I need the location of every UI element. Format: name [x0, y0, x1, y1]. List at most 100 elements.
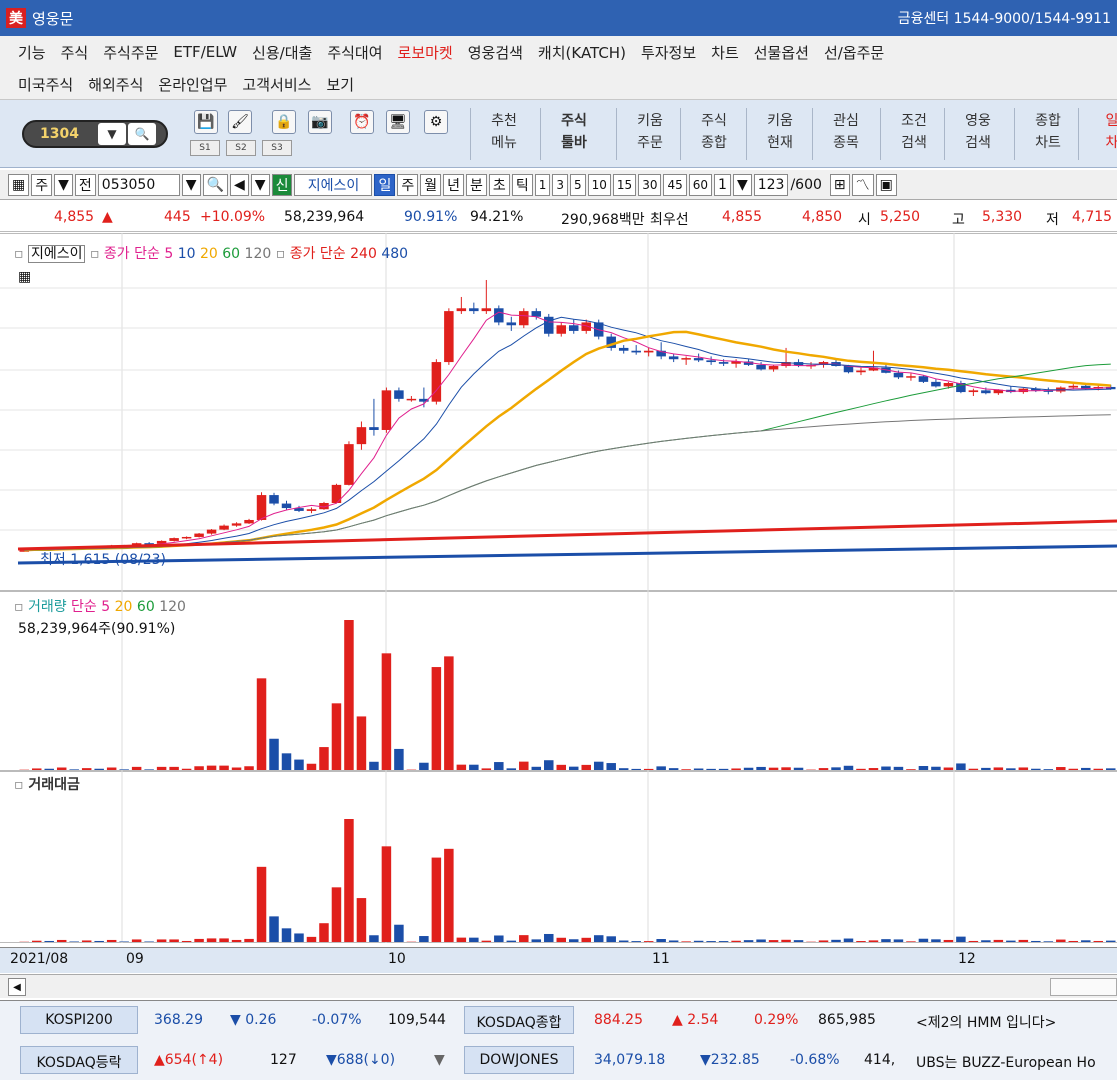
- toolbar-button[interactable]: 일차: [1086, 106, 1117, 162]
- menu-item[interactable]: 주식주문: [103, 42, 158, 63]
- chevron-down-icon[interactable]: ▼: [98, 123, 126, 145]
- interval-button[interactable]: 45: [663, 173, 687, 196]
- menu-item[interactable]: 기능: [18, 42, 46, 63]
- slot-s3[interactable]: S3: [262, 140, 292, 156]
- code-dropdown-icon[interactable]: ▼: [181, 173, 201, 196]
- prev-button[interactable]: 전: [74, 173, 96, 196]
- slot-s1[interactable]: S1: [190, 140, 220, 156]
- menu-item[interactable]: 주식: [61, 42, 89, 63]
- toolbar-button[interactable]: 주식 툴바: [548, 106, 600, 162]
- news-ticker-2[interactable]: UBS는 BUZZ-European Ho: [916, 1052, 1096, 1072]
- period-button[interactable]: 분: [466, 173, 487, 196]
- period-button[interactable]: 초: [488, 173, 510, 196]
- menu-item[interactable]: 고객서비스: [242, 74, 311, 95]
- toolbar-button[interactable]: 추천 메뉴: [478, 106, 530, 162]
- chart-layout-icon[interactable]: ▦: [8, 173, 30, 196]
- candle-body: [556, 325, 567, 334]
- ma120-label: 120: [244, 246, 272, 262]
- period-button[interactable]: 월: [420, 173, 442, 196]
- dow-label[interactable]: DOWJONES: [464, 1046, 574, 1074]
- bid-price: 4,850: [802, 209, 843, 225]
- clock-icon[interactable]: ⏰: [350, 110, 374, 134]
- menu-item[interactable]: 차트: [711, 42, 739, 63]
- menu-item[interactable]: 선/옵주문: [824, 42, 884, 63]
- toolbar-button[interactable]: 영웅 검색: [952, 106, 1004, 162]
- menu-item[interactable]: 해외주식: [88, 74, 143, 95]
- open-price: 5,250: [880, 209, 921, 225]
- toolbar-button[interactable]: 종합 차트: [1022, 106, 1074, 162]
- volume-bar: [181, 768, 192, 770]
- scroll-left-icon[interactable]: ◀: [8, 978, 26, 996]
- menu-item[interactable]: 선물옵션: [754, 42, 809, 63]
- menu-item[interactable]: 신용/대출: [252, 42, 312, 63]
- interval-button[interactable]: 10: [587, 173, 611, 196]
- volume-bar: [169, 766, 179, 770]
- count-input[interactable]: 1: [714, 173, 731, 196]
- draw-tool-icon[interactable]: 〽: [851, 173, 874, 196]
- save-chart-icon[interactable]: ▣: [875, 173, 897, 196]
- speaker-icon[interactable]: ◀: [230, 173, 249, 196]
- menu-item[interactable]: 로보마켓: [398, 42, 453, 63]
- scroll-thumb[interactable]: [1050, 978, 1117, 996]
- interval-button[interactable]: 15: [612, 173, 637, 196]
- search-icon[interactable]: 🔍: [128, 123, 156, 145]
- brush-icon[interactable]: 🖌: [228, 110, 252, 134]
- stock-code-input[interactable]: 053050: [97, 173, 180, 196]
- menu-item[interactable]: ETF/ELW: [173, 43, 237, 61]
- quote-bar: 4,855 ▲ 445 +10.09% 58,239,964 90.91% 94…: [0, 202, 1117, 232]
- service-center: 금융센터 1544-9000/1544-9911: [897, 11, 1111, 27]
- toolbar-button[interactable]: 조건 검색: [888, 106, 940, 162]
- period-button[interactable]: 년: [443, 173, 465, 196]
- chart-area[interactable]: ▫ 지에스이 ▫ 종가 단순 5 10 20 60 120 ▫ 종가 단순 24…: [0, 232, 1117, 944]
- interval-button[interactable]: 5: [569, 173, 586, 196]
- view-count-input[interactable]: 123: [753, 173, 789, 196]
- period-button[interactable]: 일: [374, 173, 396, 196]
- lock-icon[interactable]: 🔒: [272, 110, 296, 134]
- menu-item[interactable]: 미국주식: [18, 74, 73, 95]
- slot-s2[interactable]: S2: [226, 140, 256, 156]
- monitor-icon[interactable]: 🖥: [386, 110, 410, 134]
- kospi200-label[interactable]: KOSPI200: [20, 1006, 138, 1034]
- menu-item[interactable]: 주식대여: [327, 42, 382, 63]
- toolbar-button[interactable]: 키움 주문: [624, 106, 676, 162]
- menu-item[interactable]: 영웅검색: [468, 42, 523, 63]
- candle-body: [431, 362, 442, 402]
- grid-table-icon[interactable]: ▦: [18, 269, 31, 285]
- chart-scrollbar[interactable]: ◀: [0, 974, 1117, 998]
- volume-bar: [643, 768, 654, 770]
- speaker-dropdown-icon[interactable]: ▼: [250, 173, 270, 196]
- screen-number-box[interactable]: 1304 ▼ 🔍: [22, 120, 168, 148]
- news-ticker-1[interactable]: <제2의 HMM 입니다>: [916, 1012, 1056, 1032]
- menu-item[interactable]: 캐치(KATCH): [538, 42, 626, 63]
- interval-button[interactable]: 1: [534, 173, 551, 196]
- menu-item[interactable]: 온라인업무: [158, 74, 227, 95]
- ticker-dropdown-icon[interactable]: ▼: [434, 1052, 445, 1068]
- period-button[interactable]: 틱: [511, 173, 533, 196]
- interval-button[interactable]: 3: [552, 173, 568, 196]
- chart-svg[interactable]: [0, 232, 1117, 944]
- period-button[interactable]: 주: [397, 173, 419, 196]
- amount-bar: [56, 939, 67, 942]
- interval-button[interactable]: 30: [638, 173, 662, 196]
- add-indicator-icon[interactable]: ⊞: [829, 173, 850, 196]
- screen-number[interactable]: 1304: [24, 126, 96, 142]
- toolbar-separator: [944, 108, 945, 160]
- toolbar-separator: [680, 108, 681, 160]
- count-dropdown-icon[interactable]: ▼: [732, 173, 752, 196]
- market-dropdown-icon[interactable]: ▼: [54, 173, 73, 196]
- interval-button[interactable]: 60: [688, 173, 713, 196]
- toolbar-button[interactable]: 주식 종합: [688, 106, 740, 162]
- save-icon[interactable]: 💾: [194, 110, 218, 134]
- kosdaq-label[interactable]: KOSDAQ종합: [464, 1006, 574, 1034]
- amount-bar: [394, 924, 404, 942]
- market-select[interactable]: 주: [31, 173, 53, 196]
- gear-icon[interactable]: ⚙: [424, 110, 448, 134]
- breadth-label[interactable]: KOSDAQ등락: [20, 1046, 138, 1074]
- menu-item[interactable]: 투자정보: [641, 42, 696, 63]
- menu-item[interactable]: 보기: [326, 74, 354, 95]
- search-icon[interactable]: 🔍: [202, 173, 229, 196]
- toolbar-button[interactable]: 관심 종목: [820, 106, 872, 162]
- camera-icon[interactable]: 📷: [308, 110, 332, 134]
- toolbar-button[interactable]: 키움 현재: [754, 106, 806, 162]
- volume-bar: [356, 716, 367, 770]
